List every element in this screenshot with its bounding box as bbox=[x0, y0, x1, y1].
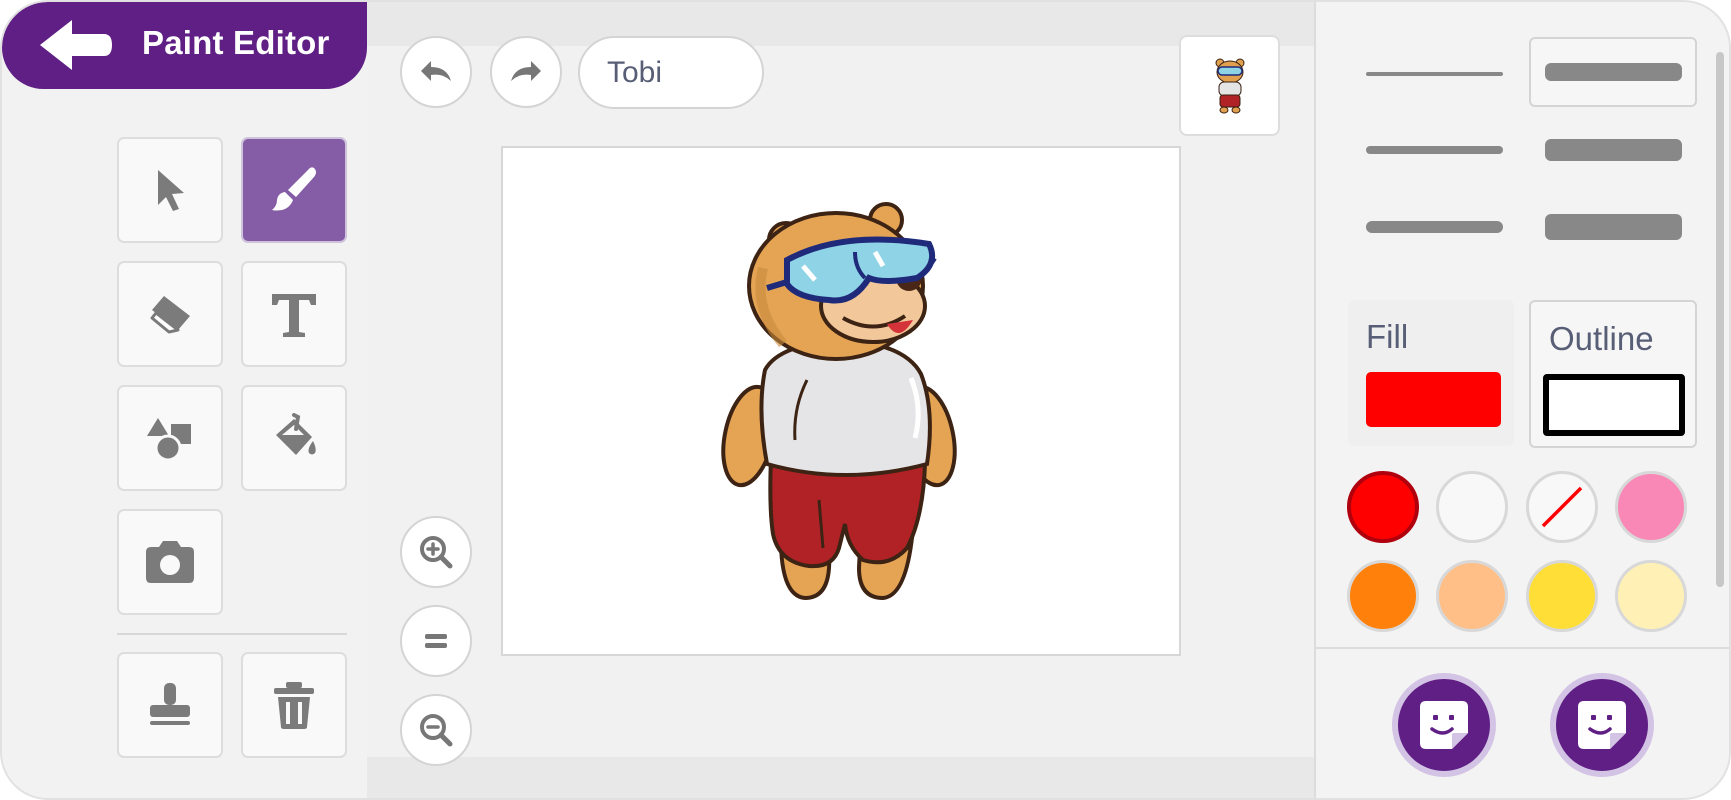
fill-color-swatch bbox=[1366, 372, 1501, 427]
palette-swatch[interactable] bbox=[1436, 471, 1508, 543]
text-tool-button[interactable] bbox=[241, 261, 347, 367]
cursor-arrow-icon bbox=[158, 170, 184, 211]
costume-name-input[interactable] bbox=[578, 36, 764, 109]
palette-swatch[interactable] bbox=[1615, 560, 1687, 632]
shapes-tool-button[interactable] bbox=[117, 385, 223, 491]
camera-tool-button[interactable] bbox=[117, 509, 223, 615]
header-bar: Paint Editor bbox=[2, 2, 367, 89]
outline-label: Outline bbox=[1549, 320, 1654, 357]
back-button[interactable] bbox=[38, 18, 114, 72]
stamp-tool-button[interactable] bbox=[117, 652, 223, 758]
zoom-out-icon bbox=[420, 714, 453, 747]
palette-swatch[interactable] bbox=[1526, 560, 1598, 632]
select-tool-button[interactable] bbox=[117, 137, 223, 243]
eraser-tool-button[interactable] bbox=[117, 261, 223, 367]
tool-panel: Paint Editor bbox=[2, 2, 367, 798]
camera-icon bbox=[146, 541, 194, 583]
stroke-width-3[interactable] bbox=[1350, 192, 1518, 262]
drawing-canvas[interactable] bbox=[501, 146, 1181, 656]
stroke-width-5[interactable] bbox=[1529, 115, 1697, 185]
palette-swatch[interactable] bbox=[1615, 471, 1687, 543]
sticker-library-button[interactable] bbox=[1550, 673, 1654, 777]
paint-bucket-icon bbox=[276, 413, 316, 455]
palette-swatch[interactable] bbox=[1347, 560, 1419, 632]
zoom-in-icon bbox=[420, 536, 453, 569]
page-title: Paint Editor bbox=[142, 24, 330, 61]
outline-selector[interactable]: Outline bbox=[1529, 300, 1697, 448]
paintbrush-icon bbox=[272, 167, 316, 211]
palette-swatch[interactable] bbox=[1347, 471, 1419, 543]
fill-tool-button[interactable] bbox=[241, 385, 347, 491]
bear-sprite-image bbox=[721, 202, 957, 601]
delete-tool-button[interactable] bbox=[241, 652, 347, 758]
panel-divider bbox=[1314, 647, 1729, 649]
fill-label: Fill bbox=[1366, 318, 1409, 355]
palette-swatch[interactable] bbox=[1436, 560, 1508, 632]
equals-icon bbox=[425, 634, 447, 648]
redo-icon bbox=[511, 61, 541, 81]
shapes-icon bbox=[147, 418, 191, 462]
text-t-icon bbox=[272, 294, 316, 337]
undo-button[interactable] bbox=[400, 36, 472, 108]
brush-tool-button[interactable] bbox=[241, 137, 347, 243]
outline-color-swatch bbox=[1543, 374, 1685, 436]
stroke-width-4[interactable] bbox=[1529, 37, 1697, 107]
sticker-icon bbox=[1578, 701, 1626, 749]
arrow-left-icon bbox=[40, 20, 112, 70]
stroke-width-1[interactable] bbox=[1350, 39, 1518, 109]
no-color-slash-icon bbox=[1541, 486, 1583, 528]
stamp-icon bbox=[150, 683, 190, 725]
trash-icon bbox=[274, 682, 314, 729]
redo-button[interactable] bbox=[490, 36, 562, 108]
undo-icon bbox=[421, 61, 451, 81]
no-color-swatch[interactable] bbox=[1526, 471, 1598, 543]
sticker-icon bbox=[1420, 701, 1468, 749]
stroke-width-2[interactable] bbox=[1350, 115, 1518, 185]
zoom-reset-button[interactable] bbox=[400, 605, 472, 677]
zoom-in-button[interactable] bbox=[400, 516, 472, 588]
properties-scrollbar[interactable] bbox=[1716, 52, 1724, 587]
sticker-button[interactable] bbox=[1392, 673, 1496, 777]
fill-selector[interactable]: Fill bbox=[1348, 300, 1514, 446]
zoom-out-button[interactable] bbox=[400, 694, 472, 766]
paint-editor-window: Paint Editor Tobi Fill Outline bbox=[0, 0, 1731, 800]
tool-divider bbox=[117, 633, 347, 635]
costume-thumbnail[interactable] bbox=[1179, 35, 1280, 136]
stroke-width-6[interactable] bbox=[1529, 192, 1697, 262]
bear-thumbnail-image bbox=[1215, 58, 1244, 113]
eraser-icon bbox=[150, 296, 190, 334]
